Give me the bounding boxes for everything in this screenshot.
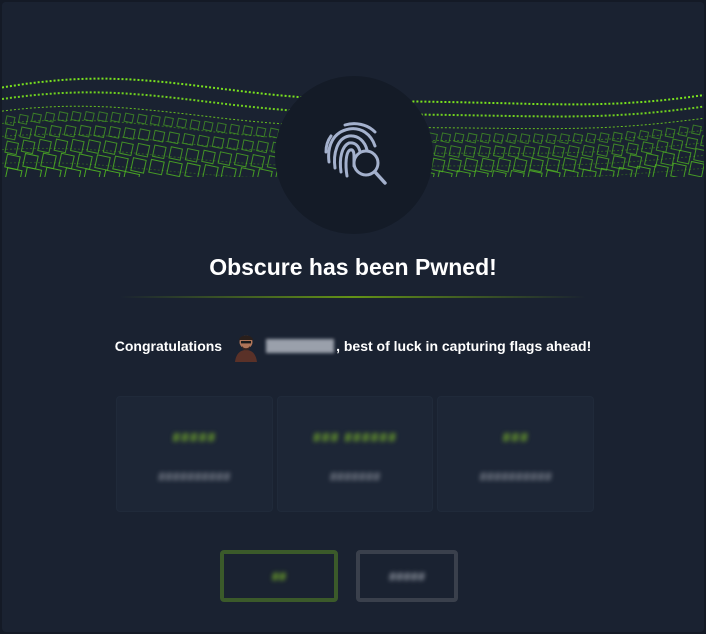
stat-value: ### — [502, 429, 529, 445]
secondary-action-button[interactable]: ##### — [356, 550, 458, 602]
secondary-button-label: ##### — [388, 568, 426, 584]
avatar — [232, 330, 261, 362]
username-redacted — [266, 339, 335, 353]
pwned-modal: Obscure has been Pwned! Congratulations … — [2, 2, 704, 632]
stat-card: ### ########## — [437, 396, 595, 512]
stat-label: ########## — [158, 469, 231, 484]
primary-button-label: ## — [271, 568, 287, 584]
stats-row: ##### ########## ### ###### ####### ### … — [116, 396, 595, 512]
congratulations-message: Congratulations , best of luck in captur… — [2, 330, 704, 362]
stat-card: ### ###### ####### — [276, 396, 434, 512]
stat-label: ########## — [479, 469, 552, 484]
challenge-badge — [275, 76, 433, 234]
primary-action-button[interactable]: ## — [220, 550, 338, 602]
fingerprint-search-icon — [324, 122, 387, 185]
title-divider — [120, 296, 586, 298]
stat-card: ##### ########## — [116, 396, 273, 512]
stat-value: ##### — [172, 429, 217, 445]
stat-value: ### ###### — [313, 429, 397, 445]
stat-label: ####### — [329, 469, 381, 484]
congrats-prefix: Congratulations — [114, 338, 223, 354]
page-title: Obscure has been Pwned! — [209, 254, 497, 280]
congrats-suffix: , best of luck in capturing flags ahead! — [336, 338, 592, 354]
